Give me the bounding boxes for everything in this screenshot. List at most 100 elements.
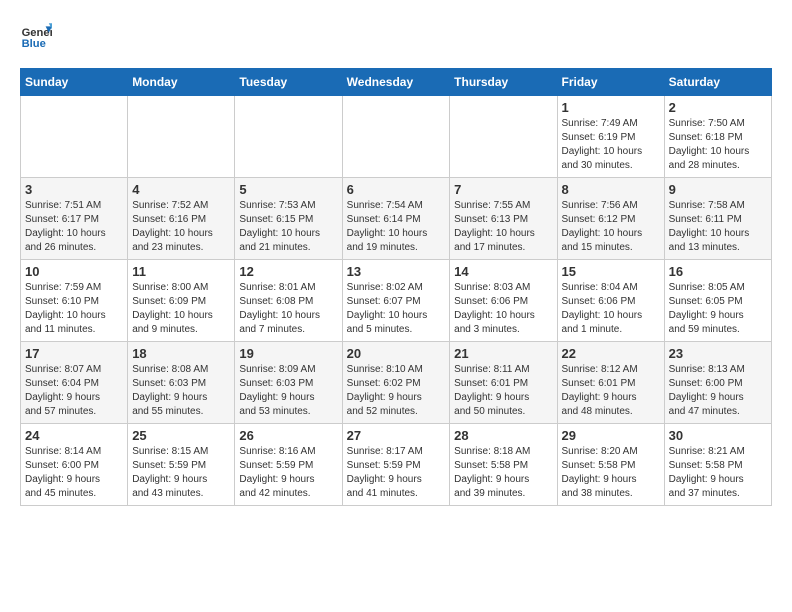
day-number: 25 — [132, 428, 230, 443]
day-number: 9 — [669, 182, 767, 197]
day-number: 29 — [562, 428, 660, 443]
day-number: 12 — [239, 264, 337, 279]
calendar-cell: 24 Sunrise: 8:14 AMSunset: 6:00 PMDayligh… — [21, 424, 128, 506]
day-info: Sunrise: 8:17 AMSunset: 5:59 PMDaylight:… — [347, 445, 446, 501]
weekday-header-monday: Monday — [128, 69, 235, 96]
calendar-week-3: 10 Sunrise: 7:59 AMSunset: 6:10 PMDayligh… — [21, 260, 772, 342]
calendar-cell: 1 Sunrise: 7:49 AMSunset: 6:19 PMDaylight… — [557, 96, 664, 178]
day-info: Sunrise: 7:52 AMSunset: 6:16 PMDaylight:… — [132, 199, 230, 255]
day-number: 2 — [669, 100, 767, 115]
day-info: Sunrise: 8:20 AMSunset: 5:58 PMDaylight:… — [562, 445, 660, 501]
day-info: Sunrise: 8:18 AMSunset: 5:58 PMDaylight:… — [454, 445, 552, 501]
weekday-header-row: SundayMondayTuesdayWednesdayThursdayFrid… — [21, 69, 772, 96]
day-info: Sunrise: 8:08 AMSunset: 6:03 PMDaylight:… — [132, 363, 230, 419]
calendar-cell: 20 Sunrise: 8:10 AMSunset: 6:02 PMDayligh… — [342, 342, 450, 424]
day-info: Sunrise: 8:15 AMSunset: 5:59 PMDaylight:… — [132, 445, 230, 501]
logo-icon: General Blue — [20, 20, 52, 52]
page-header: General Blue — [20, 20, 772, 52]
calendar-cell: 6 Sunrise: 7:54 AMSunset: 6:14 PMDaylight… — [342, 178, 450, 260]
day-number: 8 — [562, 182, 660, 197]
weekday-header-saturday: Saturday — [664, 69, 771, 96]
weekday-header-wednesday: Wednesday — [342, 69, 450, 96]
day-info: Sunrise: 8:11 AMSunset: 6:01 PMDaylight:… — [454, 363, 552, 419]
calendar-cell: 4 Sunrise: 7:52 AMSunset: 6:16 PMDaylight… — [128, 178, 235, 260]
weekday-header-thursday: Thursday — [450, 69, 557, 96]
day-number: 21 — [454, 346, 552, 361]
day-number: 4 — [132, 182, 230, 197]
day-info: Sunrise: 8:07 AMSunset: 6:04 PMDaylight:… — [25, 363, 123, 419]
calendar-cell — [21, 96, 128, 178]
day-number: 14 — [454, 264, 552, 279]
calendar-cell: 19Sunrise: 8:09 AMSunset: 6:03 PMDayligh… — [235, 342, 342, 424]
day-number: 23 — [669, 346, 767, 361]
day-info: Sunrise: 8:09 AMSunset: 6:03 PMDaylight:… — [239, 363, 337, 419]
weekday-header-friday: Friday — [557, 69, 664, 96]
calendar-cell: 30 Sunrise: 8:21 AMSunset: 5:58 PMDayligh… — [664, 424, 771, 506]
day-info: Sunrise: 7:58 AMSunset: 6:11 PMDaylight:… — [669, 199, 767, 255]
day-number: 1 — [562, 100, 660, 115]
day-number: 28 — [454, 428, 552, 443]
day-number: 10 — [25, 264, 123, 279]
calendar-cell: 27 Sunrise: 8:17 AMSunset: 5:59 PMDayligh… — [342, 424, 450, 506]
day-number: 16 — [669, 264, 767, 279]
day-number: 3 — [25, 182, 123, 197]
day-info: Sunrise: 8:00 AMSunset: 6:09 PMDaylight:… — [132, 281, 230, 337]
calendar-cell: 25 Sunrise: 8:15 AMSunset: 5:59 PMDayligh… — [128, 424, 235, 506]
calendar-cell: 15 Sunrise: 8:04 AMSunset: 6:06 PMDayligh… — [557, 260, 664, 342]
calendar-cell — [235, 96, 342, 178]
day-number: 20 — [347, 346, 446, 361]
calendar-cell: 7Sunrise: 7:55 AMSunset: 6:13 PMDaylight… — [450, 178, 557, 260]
day-info: Sunrise: 8:16 AMSunset: 5:59 PMDaylight:… — [239, 445, 337, 501]
day-info: Sunrise: 7:50 AMSunset: 6:18 PMDaylight:… — [669, 117, 767, 173]
day-number: 13 — [347, 264, 446, 279]
day-info: Sunrise: 8:13 AMSunset: 6:00 PMDaylight:… — [669, 363, 767, 419]
calendar-cell — [450, 96, 557, 178]
day-info: Sunrise: 7:53 AMSunset: 6:15 PMDaylight:… — [239, 199, 337, 255]
calendar-cell: 5Sunrise: 7:53 AMSunset: 6:15 PMDaylight… — [235, 178, 342, 260]
calendar-cell — [342, 96, 450, 178]
day-info: Sunrise: 7:54 AMSunset: 6:14 PMDaylight:… — [347, 199, 446, 255]
calendar-week-1: 1 Sunrise: 7:49 AMSunset: 6:19 PMDaylight… — [21, 96, 772, 178]
calendar-week-5: 24 Sunrise: 8:14 AMSunset: 6:00 PMDayligh… — [21, 424, 772, 506]
day-number: 30 — [669, 428, 767, 443]
calendar-cell: 8 Sunrise: 7:56 AMSunset: 6:12 PMDaylight… — [557, 178, 664, 260]
day-number: 27 — [347, 428, 446, 443]
calendar-cell — [128, 96, 235, 178]
calendar-cell: 3 Sunrise: 7:51 AMSunset: 6:17 PMDaylight… — [21, 178, 128, 260]
day-info: Sunrise: 8:10 AMSunset: 6:02 PMDaylight:… — [347, 363, 446, 419]
calendar-cell: 29 Sunrise: 8:20 AMSunset: 5:58 PMDayligh… — [557, 424, 664, 506]
day-number: 15 — [562, 264, 660, 279]
day-info: Sunrise: 8:12 AMSunset: 6:01 PMDaylight:… — [562, 363, 660, 419]
day-number: 6 — [347, 182, 446, 197]
weekday-header-tuesday: Tuesday — [235, 69, 342, 96]
calendar-week-4: 17 Sunrise: 8:07 AMSunset: 6:04 PMDayligh… — [21, 342, 772, 424]
calendar-cell: 21 Sunrise: 8:11 AMSunset: 6:01 PMDayligh… — [450, 342, 557, 424]
day-info: Sunrise: 7:55 AMSunset: 6:13 PMDaylight:… — [454, 199, 552, 255]
day-info: Sunrise: 7:59 AMSunset: 6:10 PMDaylight:… — [25, 281, 123, 337]
day-number: 17 — [25, 346, 123, 361]
calendar-week-2: 3 Sunrise: 7:51 AMSunset: 6:17 PMDaylight… — [21, 178, 772, 260]
calendar-cell: 11 Sunrise: 8:00 AMSunset: 6:09 PMDayligh… — [128, 260, 235, 342]
day-info: Sunrise: 7:49 AMSunset: 6:19 PMDaylight:… — [562, 117, 660, 173]
day-info: Sunrise: 8:14 AMSunset: 6:00 PMDaylight:… — [25, 445, 123, 501]
day-info: Sunrise: 8:21 AMSunset: 5:58 PMDaylight:… — [669, 445, 767, 501]
svg-text:Blue: Blue — [22, 38, 46, 50]
calendar-table: SundayMondayTuesdayWednesdayThursdayFrid… — [20, 68, 772, 506]
day-number: 24 — [25, 428, 123, 443]
calendar-cell: 14Sunrise: 8:03 AMSunset: 6:06 PMDayligh… — [450, 260, 557, 342]
calendar-cell: 23 Sunrise: 8:13 AMSunset: 6:00 PMDayligh… — [664, 342, 771, 424]
day-number: 18 — [132, 346, 230, 361]
day-info: Sunrise: 8:02 AMSunset: 6:07 PMDaylight:… — [347, 281, 446, 337]
day-info: Sunrise: 7:51 AMSunset: 6:17 PMDaylight:… — [25, 199, 123, 255]
calendar-cell: 12Sunrise: 8:01 AMSunset: 6:08 PMDayligh… — [235, 260, 342, 342]
day-number: 11 — [132, 264, 230, 279]
calendar-cell: 18 Sunrise: 8:08 AMSunset: 6:03 PMDayligh… — [128, 342, 235, 424]
logo: General Blue — [20, 20, 56, 52]
day-number: 22 — [562, 346, 660, 361]
calendar-cell: 9 Sunrise: 7:58 AMSunset: 6:11 PMDaylight… — [664, 178, 771, 260]
calendar-cell: 26 Sunrise: 8:16 AMSunset: 5:59 PMDayligh… — [235, 424, 342, 506]
day-number: 26 — [239, 428, 337, 443]
weekday-header-sunday: Sunday — [21, 69, 128, 96]
day-info: Sunrise: 8:04 AMSunset: 6:06 PMDaylight:… — [562, 281, 660, 337]
day-info: Sunrise: 7:56 AMSunset: 6:12 PMDaylight:… — [562, 199, 660, 255]
